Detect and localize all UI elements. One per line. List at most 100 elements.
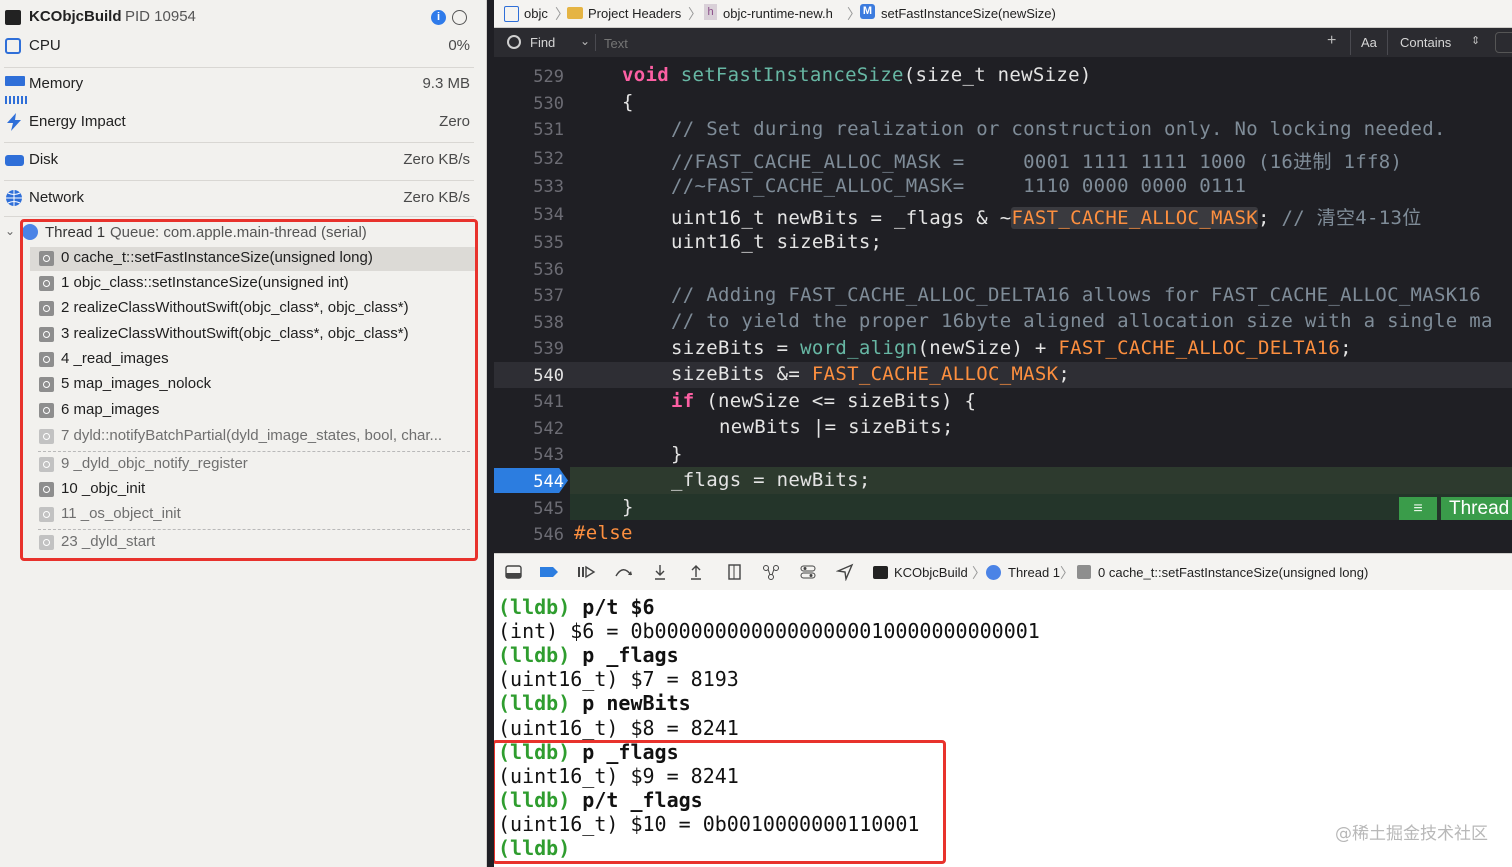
- code-text: (newSize <= sizeBits) {: [694, 390, 977, 412]
- process-row[interactable]: KCObjcBuild PID 10954 i: [0, 6, 486, 28]
- info-icon[interactable]: i: [431, 10, 446, 25]
- console-command: p newBits: [570, 691, 691, 715]
- code-line: newBits |= sizeBits;: [719, 416, 954, 438]
- step-into-icon[interactable]: [651, 563, 669, 581]
- globe-icon: [5, 189, 23, 207]
- line-number: 535: [533, 233, 564, 253]
- stack-frame[interactable]: 23 _dyld_start: [34, 531, 474, 555]
- breadcrumb-item[interactable]: setFastInstanceSize(newSize): [881, 6, 1056, 21]
- code-line: }: [671, 443, 683, 465]
- lldb-console[interactable]: (lldb) p/t $6 (int) $6 = 0b0000000000000…: [494, 590, 1512, 867]
- gauge-disk[interactable]: Disk Zero KB/s: [0, 149, 486, 171]
- memory-graph-icon[interactable]: [762, 563, 780, 581]
- step-over-icon[interactable]: [614, 563, 632, 581]
- stack-frame[interactable]: 0 cache_t::setFastInstanceSize(unsigned …: [30, 247, 478, 271]
- threads-view-icon[interactable]: [452, 10, 467, 25]
- gauge-network[interactable]: Network Zero KB/s: [0, 187, 486, 209]
- code-text: ;: [1058, 363, 1071, 385]
- line-number: 536: [533, 260, 564, 280]
- gauge-memory[interactable]: Memory 9.3 MB: [0, 73, 486, 104]
- match-style-menu[interactable]: Contains: [1400, 35, 1451, 50]
- console-command: p/t $6: [570, 595, 655, 619]
- find-separator: [1387, 30, 1388, 55]
- breakpoints-toggle-icon[interactable]: [539, 563, 558, 581]
- code-line: uint16_t newBits = _flags & ~FAST_CACHE_…: [671, 203, 1422, 230]
- frames-divider: [38, 529, 470, 530]
- source-editor[interactable]: 529 530 531 532 533 534 535 536 537 538 …: [494, 57, 1512, 553]
- debug-path-item[interactable]: 0 cache_t::setFastInstanceSize(unsigned …: [1098, 565, 1368, 580]
- find-text-input[interactable]: [602, 32, 1306, 54]
- code-line: sizeBits = word_align(newSize) + FAST_CA…: [671, 337, 1352, 359]
- code-line: }: [622, 496, 634, 518]
- continue-icon[interactable]: [576, 563, 596, 581]
- chevron-right-icon: 〉: [688, 6, 702, 22]
- frame-label: 2 realizeClassWithoutSwift(objc_class*, …: [61, 299, 409, 316]
- simulate-location-icon[interactable]: [835, 563, 854, 582]
- cpu-icon: [5, 38, 21, 54]
- gauge-value: Zero: [439, 113, 470, 130]
- console-line: (lldb) p/t _flags: [498, 788, 703, 812]
- hide-debug-area-icon[interactable]: [505, 563, 523, 581]
- breadcrumb-item[interactable]: Project Headers: [588, 6, 681, 21]
- gauge-label: CPU: [29, 37, 61, 54]
- frames-divider: [38, 451, 470, 452]
- code-text: sizeBits &=: [671, 363, 812, 385]
- stack-frame[interactable]: 7 dyld::notifyBatchPartial(dyld_image_st…: [34, 425, 474, 449]
- frame-label: 1 objc_class::setInstanceSize(unsigned i…: [61, 274, 349, 291]
- lldb-prompt: (lldb): [498, 643, 571, 667]
- gauge-label: Energy Impact: [29, 113, 126, 130]
- find-mode-menu[interactable]: Find: [530, 35, 555, 50]
- console-command: p _flags: [570, 643, 679, 667]
- frame-icon: [39, 352, 54, 367]
- breadcrumb-item[interactable]: objc: [524, 6, 548, 21]
- thread-indicator-badge[interactable]: ≡ Thread: [1399, 497, 1512, 520]
- console-output: (uint16_t) $9 = 8241: [498, 764, 739, 788]
- keyword: void: [622, 64, 669, 86]
- stack-frame[interactable]: 1 objc_class::setInstanceSize(unsigned i…: [34, 272, 474, 296]
- find-separator: [595, 34, 596, 51]
- debug-path-item[interactable]: KCObjcBuild: [894, 565, 968, 580]
- lldb-prompt: (lldb): [498, 595, 571, 619]
- thread-row[interactable]: ⌄ Thread 1 Queue: com.apple.main-thread …: [0, 222, 486, 244]
- thread-icon: [986, 565, 1001, 580]
- code-line: {: [622, 91, 634, 113]
- gauge-label: Memory: [29, 75, 84, 92]
- line-number: 534: [533, 205, 564, 225]
- disclosure-chevron-icon[interactable]: ⌄: [5, 224, 15, 238]
- stack-frame[interactable]: 2 realizeClassWithoutSwift(objc_class*, …: [34, 297, 474, 321]
- frame-icon: [39, 276, 54, 291]
- frame-label: 9 _dyld_objc_notify_register: [61, 455, 248, 472]
- case-sensitive-button[interactable]: Aa: [1361, 35, 1377, 50]
- stack-frame[interactable]: 5 map_images_nolock: [34, 373, 474, 397]
- stack-frame[interactable]: 6 map_images: [34, 399, 474, 423]
- project-icon: [504, 6, 519, 22]
- frame-label: 4 _read_images: [61, 350, 169, 367]
- environment-overrides-icon[interactable]: [799, 563, 817, 581]
- code-text: ;: [1340, 337, 1352, 359]
- step-out-icon[interactable]: [687, 563, 705, 581]
- add-pattern-icon[interactable]: +: [1327, 32, 1336, 50]
- find-options-button[interactable]: [1495, 32, 1512, 53]
- view-hierarchy-icon[interactable]: [726, 563, 744, 581]
- code-comment: // to yield the proper 16byte aligned al…: [671, 310, 1493, 332]
- lldb-prompt: (lldb): [498, 836, 571, 860]
- gauge-cpu[interactable]: CPU 0%: [0, 35, 486, 57]
- code-line: _flags = newBits;: [671, 469, 871, 491]
- thread-label: Thread 1: [45, 224, 106, 241]
- console-line: (lldb) p/t $6: [498, 595, 655, 619]
- breadcrumb-item[interactable]: objc-runtime-new.h: [723, 6, 833, 21]
- debug-path-item[interactable]: Thread 1: [1008, 565, 1060, 580]
- list-icon: ≡: [1399, 497, 1437, 520]
- energy-bolt-icon: [5, 113, 23, 131]
- updown-chevron-icon[interactable]: ⇕: [1471, 34, 1480, 47]
- stack-frame[interactable]: 10 _objc_init: [34, 478, 474, 502]
- gauge-energy[interactable]: Energy Impact Zero: [0, 111, 486, 133]
- find-bar: Find ⌄ + Aa Contains ⇕: [494, 28, 1512, 58]
- stack-frame[interactable]: 3 realizeClassWithoutSwift(objc_class*, …: [34, 323, 474, 347]
- chevron-down-icon[interactable]: ⌄: [580, 34, 590, 48]
- console-command: p _flags: [570, 740, 679, 764]
- stack-frame[interactable]: 9 _dyld_objc_notify_register: [34, 453, 474, 477]
- stack-frame[interactable]: 11 _os_object_init: [34, 503, 474, 527]
- stack-frame[interactable]: 4 _read_images: [34, 348, 474, 372]
- divider: [4, 216, 474, 217]
